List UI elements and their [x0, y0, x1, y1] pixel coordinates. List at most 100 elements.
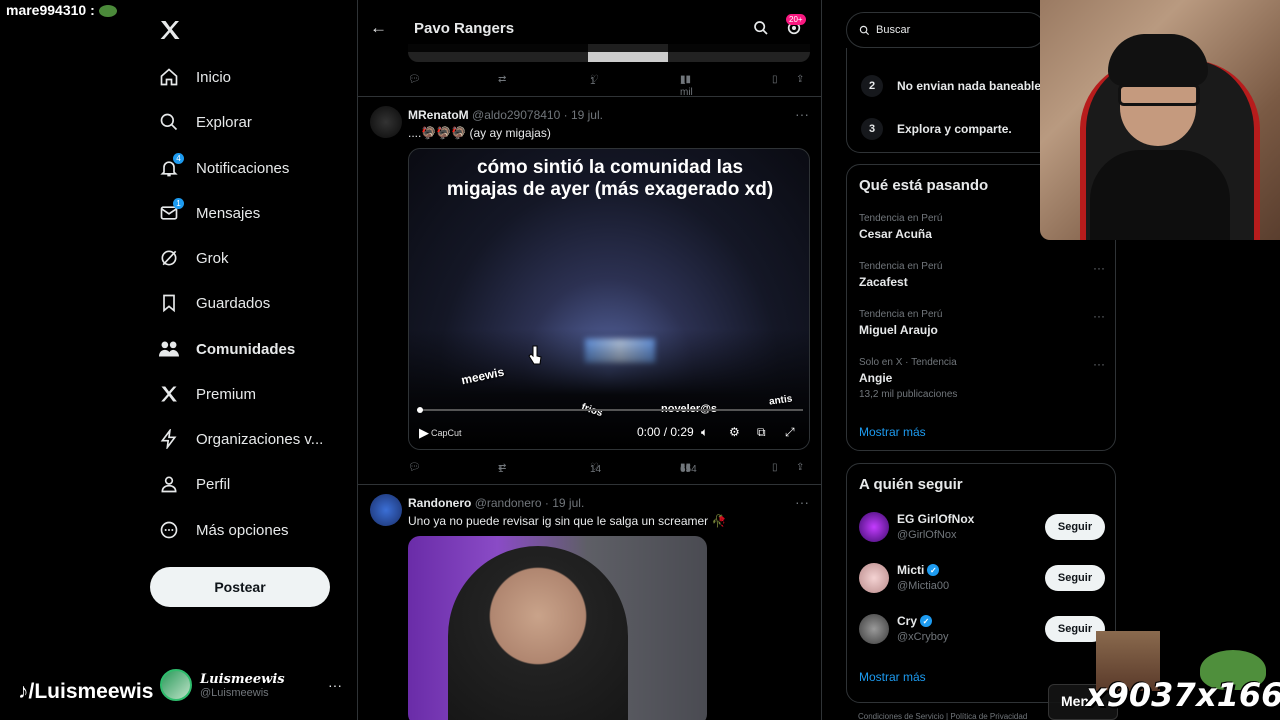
sidebar-item-comunidades[interactable]: Comunidades: [158, 336, 295, 362]
picture-in-picture-icon[interactable]: ⧉: [757, 425, 766, 440]
more-circle-icon: [158, 519, 180, 541]
video-time: 0:00 / 0:29: [637, 425, 694, 439]
tweet-actions: 💬︎ ⇄ 1 ♡ 14 ▮▮ 654 ▯ ⇪: [408, 460, 808, 478]
more-dots-icon[interactable]: ···: [328, 677, 342, 693]
share-icon[interactable]: ⇪: [796, 74, 804, 85]
x-logo-icon[interactable]: [158, 18, 182, 42]
avatar[interactable]: [370, 106, 402, 138]
streamer-hair: [1108, 34, 1208, 86]
rule-item: 2 No envian nada baneable.: [861, 75, 1044, 97]
tiktok-watermark: ♪/Luismeewis: [18, 680, 154, 703]
follow-suggestion[interactable]: Cry ✓ @xCryboy Seguir: [859, 614, 1105, 654]
follow-handle: @GirlOfNox: [897, 529, 957, 541]
post-button[interactable]: Postear: [150, 567, 330, 607]
sidebar-item-inicio[interactable]: Inicio: [158, 64, 231, 90]
verified-badge-icon: ✓: [927, 564, 940, 576]
video-progress-bar[interactable]: [417, 407, 803, 413]
settings-icon[interactable]: ⚙: [729, 425, 740, 439]
bookmark-icon: [158, 292, 180, 314]
video-progress-knob[interactable]: [417, 407, 423, 413]
tweet-author[interactable]: Randonero: [408, 496, 471, 510]
divider: [358, 96, 821, 97]
more-dots-icon[interactable]: ···: [1093, 357, 1105, 371]
more-dots-icon[interactable]: ···: [1093, 309, 1105, 323]
search-icon: [859, 25, 870, 35]
tweet-video[interactable]: cómo sintió la comunidad las migajas de …: [408, 148, 810, 450]
person-photo: [448, 546, 628, 720]
sidebar-item-premium[interactable]: Premium: [158, 381, 256, 407]
reply-icon[interactable]: 💬︎: [408, 462, 421, 473]
tweet-date[interactable]: · 19 jul.: [564, 108, 603, 122]
trend-item[interactable]: Tendencia en Perú Zacafest ···: [859, 261, 1105, 289]
more-dots-icon[interactable]: ···: [1093, 261, 1105, 275]
tweet-handle[interactable]: @randonero: [475, 496, 542, 510]
sidebar-item-organizaciones[interactable]: Organizaciones v...: [158, 426, 323, 452]
video-controls: ▶ CapCut 0:00 / 0:29 🔈︎ ⚙ ⧉ ⤢: [409, 421, 809, 445]
sidebar-item-guardados[interactable]: Guardados: [158, 290, 270, 316]
avatar: [859, 614, 889, 644]
rule-text: Explora y comparte.: [897, 122, 1012, 136]
streamer-glasses: [1118, 84, 1200, 106]
more-dots-icon[interactable]: ···: [795, 106, 809, 122]
retweet-button[interactable]: ⇄ 1: [498, 462, 506, 475]
trend-name: Zacafest: [859, 275, 908, 289]
follow-button[interactable]: Seguir: [1045, 565, 1105, 591]
search-input[interactable]: Buscar: [846, 12, 1046, 48]
tweet-handle[interactable]: @aldo29078410: [472, 108, 560, 122]
trend-item[interactable]: Solo en X · Tendencia Angie 13,2 mil pub…: [859, 357, 1105, 400]
avatar: [859, 563, 889, 593]
footer-links[interactable]: Condiciones de Servicio | Política de Pr…: [858, 712, 1027, 720]
sidebar-item-label: Comunidades: [196, 340, 296, 358]
rule-text: No envian nada baneable.: [897, 79, 1045, 93]
lightning-icon: [158, 428, 180, 450]
communities-icon: [158, 338, 180, 360]
sidebar-item-label: Explorar: [196, 113, 252, 131]
sidebar-item-perfil[interactable]: Perfil: [158, 471, 230, 497]
webcam-overlay: [1040, 0, 1280, 240]
trend-context: Solo en X · Tendencia: [859, 357, 957, 368]
views-count[interactable]: ▮▮ 654: [680, 462, 697, 475]
follow-suggestion[interactable]: Micti ✓ @Mictia00 Seguir: [859, 563, 1105, 603]
sidebar-item-grok[interactable]: Grok: [158, 245, 229, 271]
home-icon: [158, 66, 180, 88]
retweet-icon[interactable]: ⇄: [498, 74, 506, 85]
share-icon[interactable]: ⇪: [796, 462, 804, 473]
volume-icon[interactable]: 🔈︎: [701, 425, 708, 440]
back-arrow-icon[interactable]: ←: [370, 18, 387, 38]
fullscreen-icon[interactable]: ⤢: [785, 425, 795, 440]
like-button[interactable]: ♡ 1: [590, 74, 599, 87]
search-icon: [158, 111, 180, 133]
sidebar-item-label: Mensajes: [196, 204, 261, 222]
capcut-watermark: CapCut: [431, 428, 462, 438]
account-switcher[interactable]: Luismeewis @Luismeewis ···: [160, 669, 342, 701]
tweet-image[interactable]: [408, 536, 707, 720]
views-count[interactable]: ▮▮ 1 mil: [680, 74, 693, 98]
show-more-link[interactable]: Mostrar más: [859, 425, 926, 439]
follow-button[interactable]: Seguir: [1045, 514, 1105, 540]
sidebar-item-label: Premium: [196, 385, 257, 403]
sidebar-item-label: Perfil: [196, 475, 231, 493]
reply-icon[interactable]: 💬︎: [408, 74, 421, 85]
person-icon: [158, 473, 180, 495]
show-more-link[interactable]: Mostrar más: [859, 670, 926, 684]
trend-context: Tendencia en Perú: [859, 261, 943, 272]
page-title: Pavo Rangers: [414, 20, 515, 37]
like-button[interactable]: ♡ 14: [590, 462, 601, 475]
x-icon: [158, 383, 180, 405]
sidebar-item-explorar[interactable]: Explorar: [158, 109, 252, 135]
bookmark-icon[interactable]: ▯: [772, 462, 778, 473]
avatar[interactable]: [370, 494, 402, 526]
sidebar-item-mensajes[interactable]: 1 Mensajes: [158, 198, 261, 226]
follow-suggestion[interactable]: EG GirlOfNox @GirlOfNox Seguir: [859, 512, 1105, 552]
sidebar-item-notificaciones[interactable]: 4 Notificaciones: [158, 153, 289, 181]
tweet-date[interactable]: · 19 jul.: [545, 496, 584, 510]
trends-title: Qué está pasando: [859, 177, 989, 194]
search-icon[interactable]: [753, 20, 769, 36]
bookmark-icon[interactable]: ▯: [772, 74, 778, 85]
trend-item[interactable]: Tendencia en Perú Miguel Araujo ···: [859, 309, 1105, 337]
more-dots-icon[interactable]: ···: [795, 494, 809, 510]
sidebar-item-mas-opciones[interactable]: Más opciones: [158, 517, 289, 543]
tweet-author[interactable]: MRenatoM: [408, 108, 469, 122]
play-icon[interactable]: ▶: [419, 425, 429, 441]
notification-count-badge: 20+: [786, 14, 806, 25]
